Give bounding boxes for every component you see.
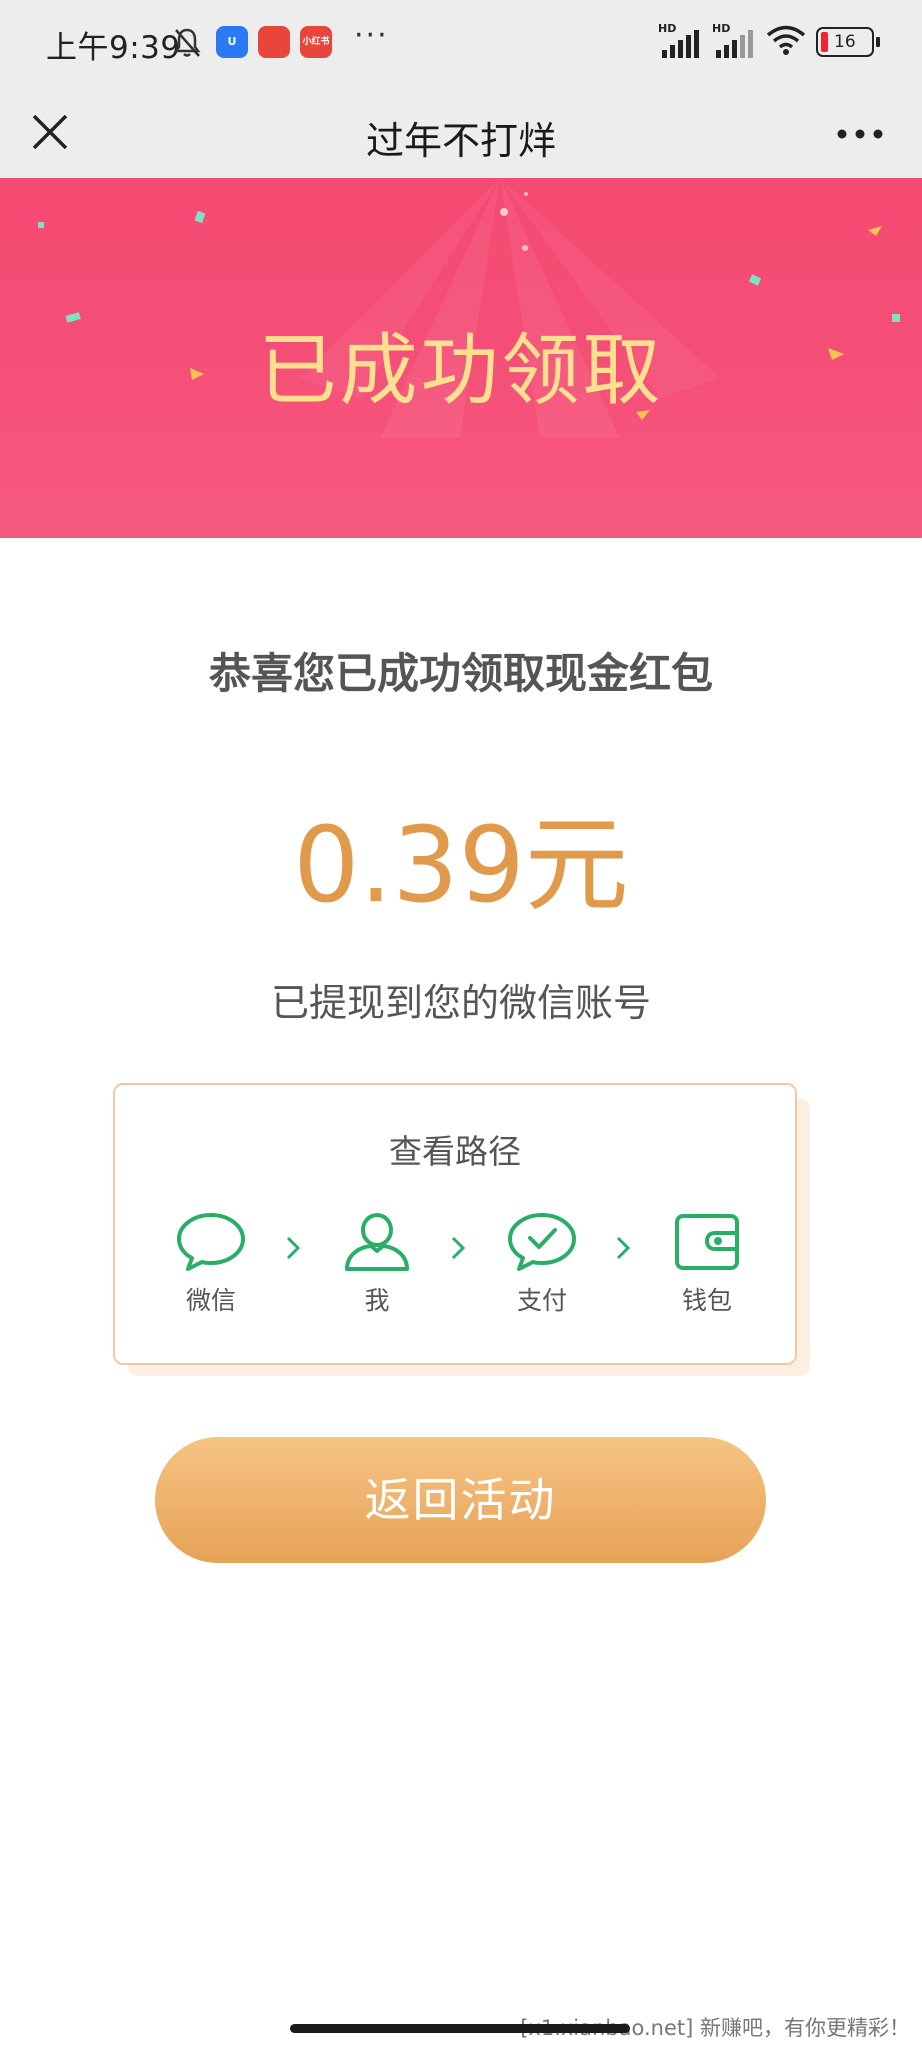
person-icon	[345, 1213, 409, 1271]
battery-icon: 16	[816, 27, 880, 57]
congrats-message: 恭喜您已成功领取现金红包	[208, 649, 713, 698]
signal-icon: HD	[712, 22, 756, 60]
success-banner: 已成功领取	[0, 178, 922, 538]
chat-bubble-icon	[177, 1213, 245, 1271]
path-step-label: 钱包	[681, 1286, 732, 1315]
page-title: 过年不打烊	[365, 119, 556, 163]
withdraw-note: 已提现到您的微信账号	[270, 981, 651, 1025]
battery-level: 16	[834, 32, 856, 52]
return-to-activity-button[interactable]: 返回活动	[155, 1437, 766, 1563]
chevron-right-icon	[286, 1236, 301, 1260]
nav-bar: 过年不打烊	[0, 88, 922, 178]
path-step-label: 微信	[185, 1286, 236, 1315]
path-card-title: 查看路径	[389, 1132, 521, 1171]
red-packet-amount: 0.39元	[293, 804, 629, 926]
path-step-wallet: 钱包	[652, 1211, 762, 1317]
banner-title: 已成功领取	[258, 326, 664, 416]
payment-check-icon	[508, 1213, 576, 1271]
chevron-right-icon	[451, 1236, 466, 1260]
home-indicator[interactable]	[290, 2024, 630, 2033]
app-notification-icon: U	[216, 26, 248, 58]
status-bar: 上午9:39 U 小红书 ··· HD HD 16	[0, 0, 922, 88]
more-icon[interactable]	[832, 114, 892, 154]
path-step-label: 支付	[516, 1286, 567, 1315]
chevron-right-icon	[616, 1236, 631, 1260]
mute-bell-icon	[172, 26, 202, 64]
path-card: 查看路径 微信 我 支付 钱包	[113, 1083, 797, 1365]
status-time: 上午9:39	[46, 30, 181, 66]
app-notification-icon	[258, 26, 290, 58]
wallet-icon	[675, 1214, 739, 1270]
path-step-pay: 支付	[487, 1211, 597, 1317]
path-step-label: 我	[364, 1286, 390, 1315]
xiaohongshu-app-icon: 小红书	[300, 26, 332, 58]
path-step-wechat: 微信	[156, 1211, 266, 1317]
path-step-me: 我	[322, 1211, 432, 1317]
wifi-icon	[766, 24, 806, 60]
more-notifications-icon: ···	[354, 18, 389, 53]
signal-icon: HD	[658, 22, 702, 60]
